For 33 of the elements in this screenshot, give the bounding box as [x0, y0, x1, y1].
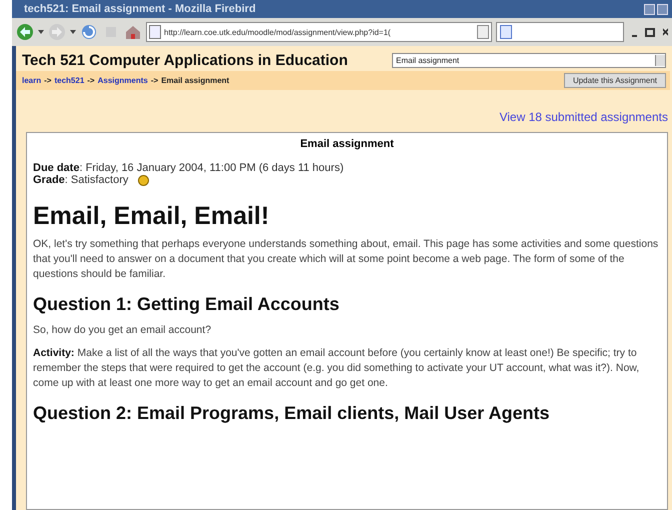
breadcrumb-separator: -> [44, 76, 52, 85]
breadcrumb-link[interactable]: learn [22, 76, 42, 85]
jump-menu[interactable]: Email assignment [392, 53, 666, 68]
breadcrumb-separator: -> [150, 76, 158, 85]
page-icon [149, 25, 161, 39]
home-icon[interactable] [124, 23, 142, 41]
search-field[interactable] [496, 22, 624, 42]
assignment-heading: Email assignment [299, 138, 395, 150]
submissions-link[interactable]: View 18 submitted assignments [499, 110, 668, 124]
restore-button[interactable] [645, 28, 655, 36]
caret-icon[interactable] [70, 30, 76, 34]
breadcrumb-link[interactable]: tech521 [54, 76, 84, 85]
page-heading: Email, Email, Email! [33, 202, 270, 231]
breadcrumb-link[interactable]: Assignments [98, 76, 148, 85]
address-field[interactable]: http://learn.coe.utk.edu/moodle/mod/assignment/view.php?id=1( [146, 22, 492, 42]
reload-icon[interactable] [80, 23, 98, 41]
meta-text: Grade: Satisfactory [33, 174, 128, 186]
maximize-button[interactable] [657, 4, 668, 14]
caret-icon[interactable] [38, 30, 44, 34]
paragraph: So, how do you get an email account? [33, 323, 212, 338]
help-icon[interactable] [138, 174, 150, 186]
window-title: tech521: Email assignment - Mozilla Firebird [24, 3, 256, 15]
paragraph: OK, let's try something that perhaps everyone understands something about, email. This page has some activities and some questions that you'll need to answer on a document that you create which will at some point become a web page. The form of some of the questions should be familiar. [33, 237, 660, 282]
breadcrumb-current: Email assignment [161, 76, 230, 85]
meta-text: Due date: Friday, 16 January 2004, 11:00 PM (6 days 11 hours) [33, 162, 344, 174]
breadcrumb-separator: -> [87, 76, 95, 85]
course-title: Tech 521 Computer Applications in Education [22, 52, 348, 69]
update-button[interactable]: Update this Assignment [564, 73, 666, 88]
back-icon[interactable] [16, 23, 34, 41]
section-heading: Question 2: Email Programs, Email clients, Mail User Agents [33, 403, 550, 424]
section-heading: Question 1: Getting Email Accounts [33, 294, 340, 315]
close-button[interactable] [662, 28, 668, 36]
paragraph: Activity: Make a list of all the ways that you've gotten an email account before (you certainly know at least one!) Be specific; try to remember the steps that were required to get the account (e.g. you did something to activate your UT account, what was it?). Now, come up with at least one more way to get an email account and go get one. [33, 346, 640, 391]
